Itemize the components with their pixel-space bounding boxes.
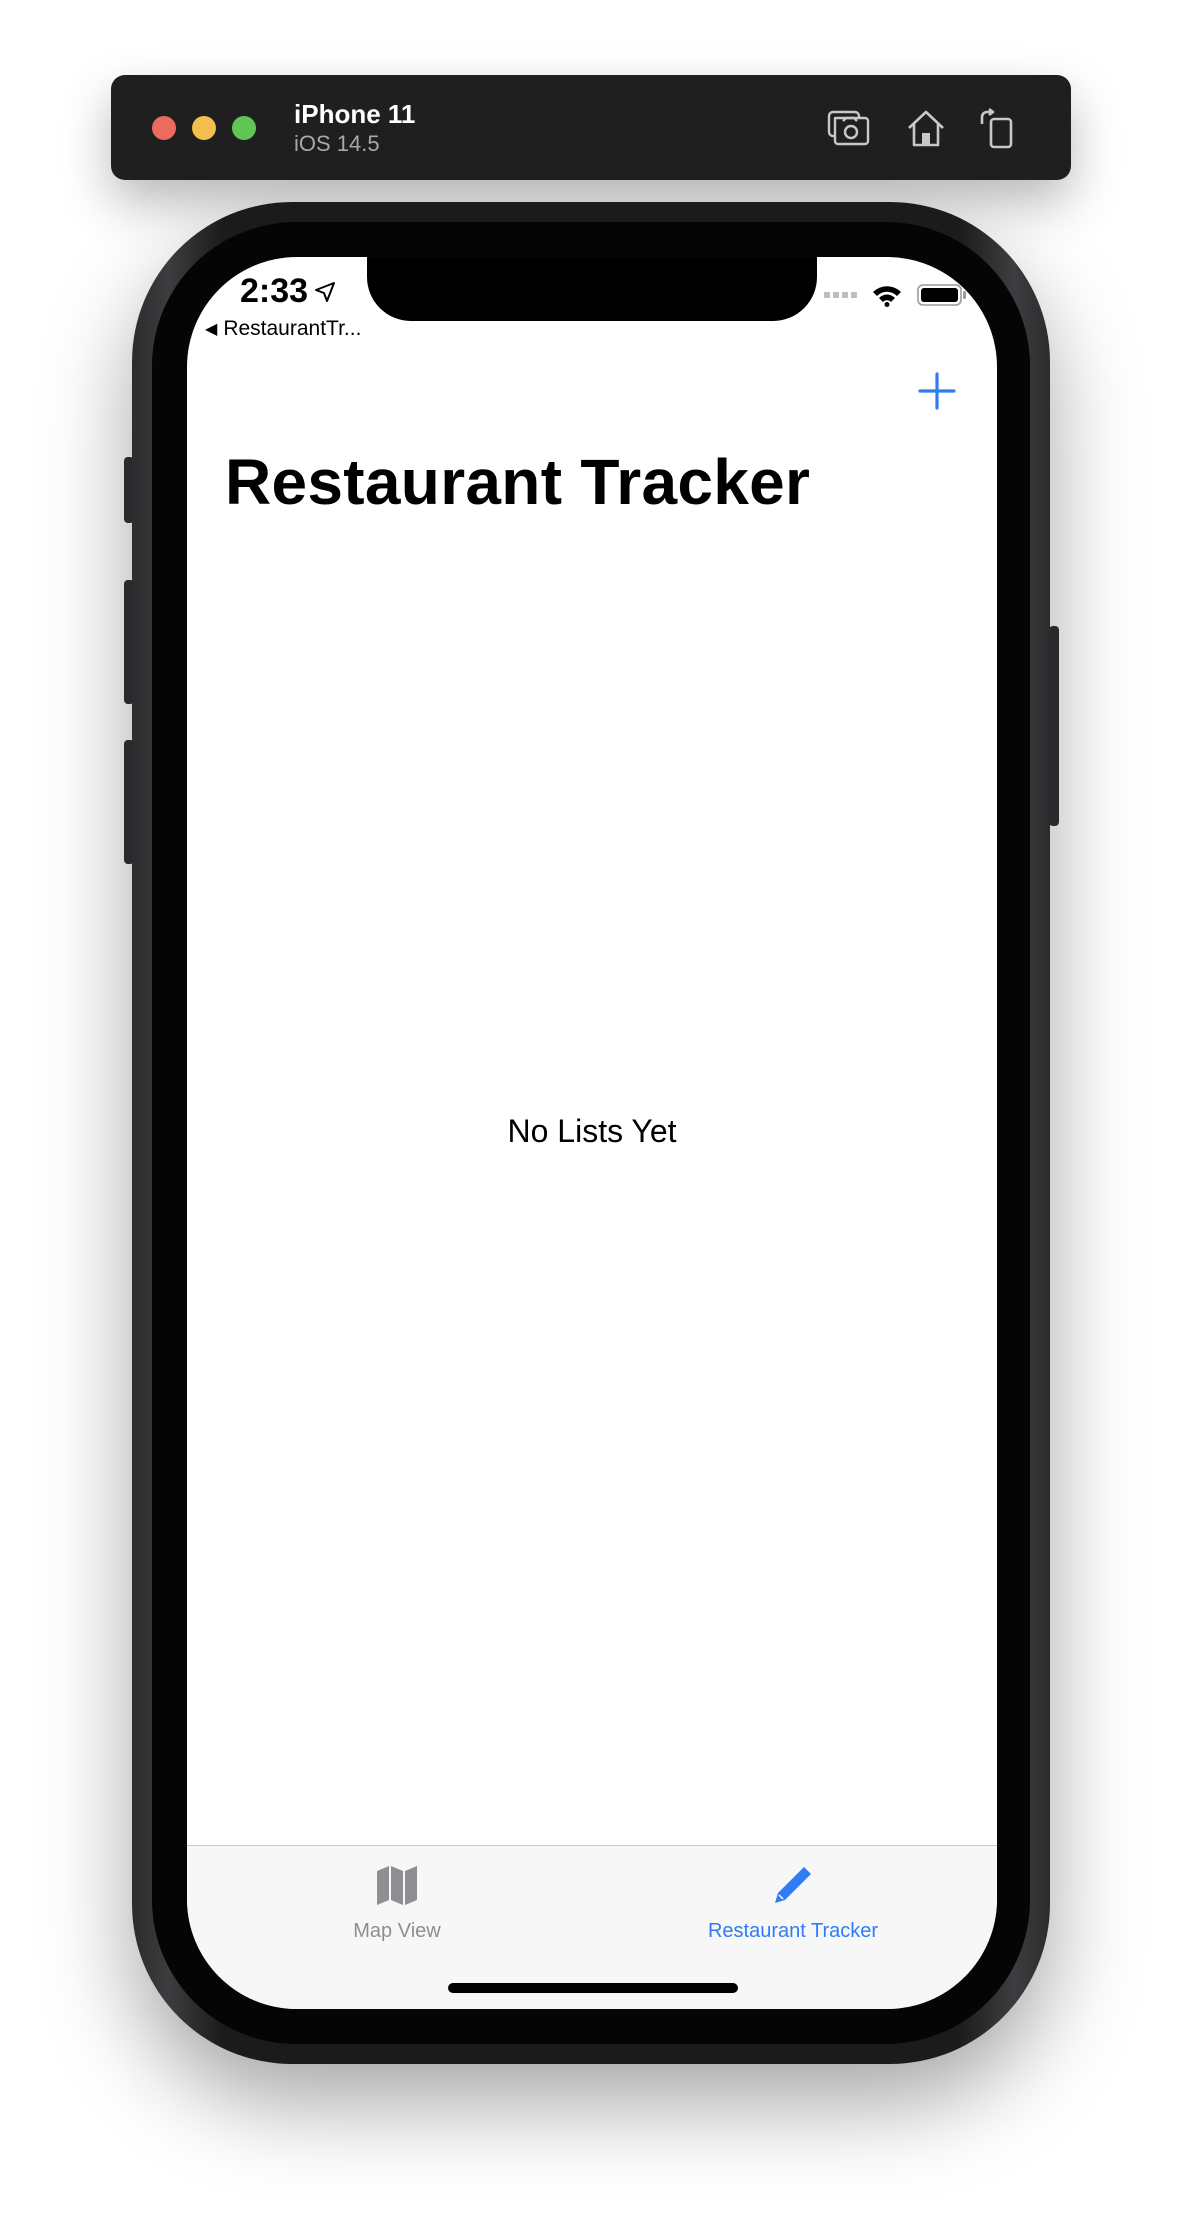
rotate-icon[interactable] (976, 106, 1020, 150)
location-arrow-icon (315, 281, 336, 302)
home-icon[interactable] (904, 106, 948, 150)
status-time-text: 2:33 (240, 272, 309, 310)
tab-restaurant-tracker[interactable]: Restaurant Tracker (663, 1862, 923, 1943)
battery-icon (917, 283, 967, 307)
back-triangle-icon: ◀ (205, 321, 218, 338)
screenshot-icon[interactable] (826, 106, 870, 150)
zoom-window-button[interactable] (232, 116, 256, 140)
phone-screen: 2:33 ◀ RestaurantTr... Restaurant Tracke… (187, 257, 997, 2009)
home-indicator[interactable] (448, 1983, 738, 1993)
power-button (1049, 626, 1059, 826)
back-label: RestaurantTr... (223, 317, 362, 340)
status-time: 2:33 (240, 272, 336, 311)
add-list-button[interactable] (917, 371, 957, 411)
empty-state-message: No Lists Yet (507, 1113, 677, 1149)
simulator-stage: iPhone 11 iOS 14.5 2:33 ◀ RestaurantTr..… (0, 0, 1184, 2216)
page-title: Restaurant Tracker (225, 446, 811, 518)
tab-map-view[interactable]: Map View (267, 1862, 527, 1943)
wifi-icon (871, 283, 903, 307)
pencil-icon (770, 1862, 816, 1908)
tab-restaurant-tracker-label: Restaurant Tracker (707, 1920, 879, 1942)
back-to-app-button[interactable]: ◀ RestaurantTr... (205, 317, 361, 341)
status-indicators (824, 283, 967, 307)
plus-icon (918, 372, 956, 410)
map-icon (374, 1862, 420, 1908)
close-window-button[interactable] (152, 116, 176, 140)
tab-map-view-label: Map View (353, 1920, 441, 1942)
minimize-window-button[interactable] (192, 116, 216, 140)
device-name: iPhone 11 (294, 99, 416, 129)
cellular-signal-icon (824, 292, 857, 298)
notch (367, 257, 817, 321)
device-os-version: iOS 14.5 (294, 131, 380, 156)
